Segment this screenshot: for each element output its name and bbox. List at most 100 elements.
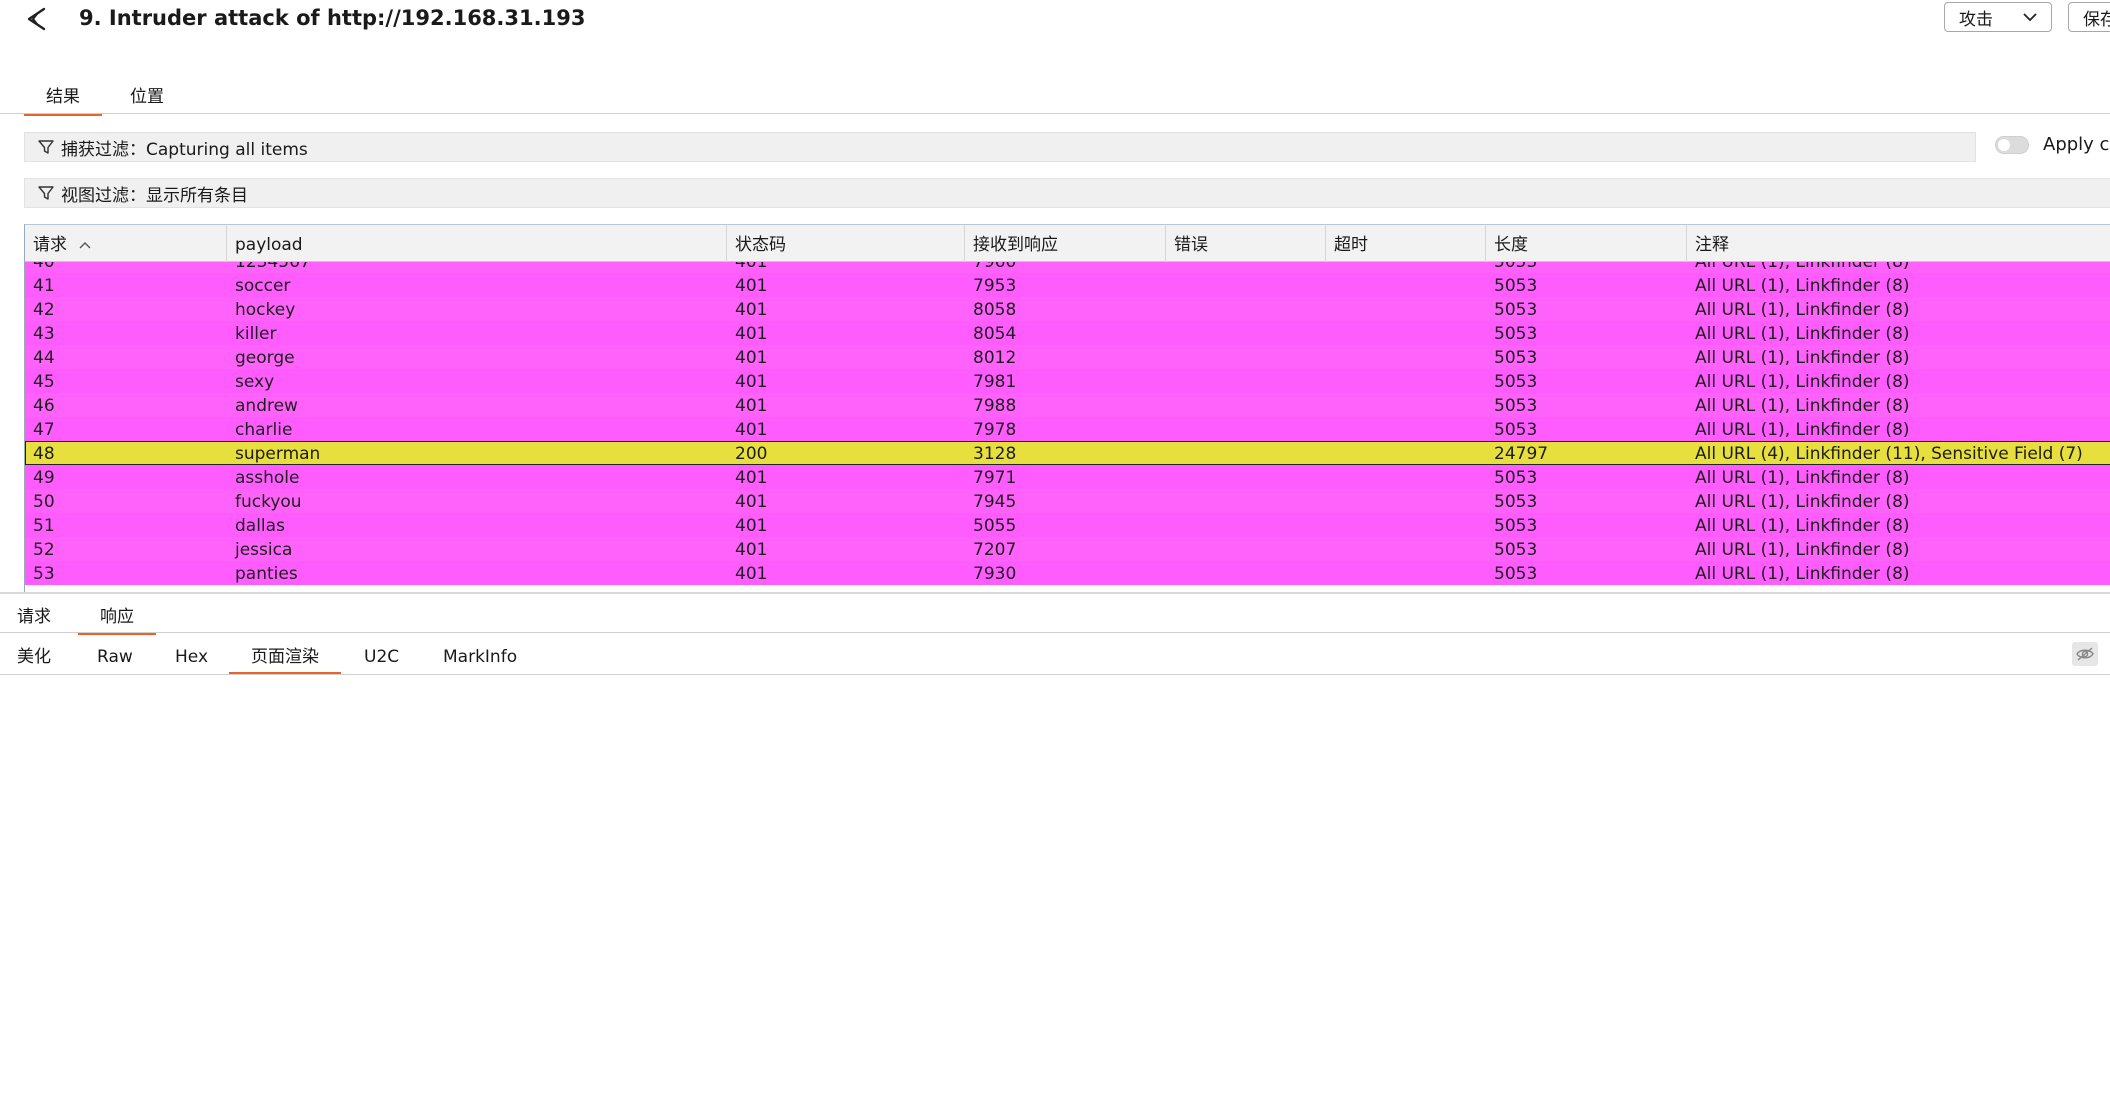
cell-comment: All URL (1), Linkfinder (8) — [1695, 516, 1910, 536]
table-row[interactable]: 46 andrew 401 7988 5053 All URL (1), Linkfind… — [25, 393, 2110, 417]
cell-status: 401 — [735, 324, 768, 344]
tab-positions[interactable]: 位置 — [130, 84, 164, 110]
cell-error — [1166, 262, 1326, 273]
cell-timeout — [1326, 417, 1486, 441]
table-row[interactable]: 40 1234567 401 7960 5053 All URL (1), Linkfin… — [25, 262, 2110, 273]
column-header-label: 长度 — [1494, 235, 1528, 255]
column-header-length[interactable]: 长度 — [1486, 225, 1687, 262]
cell-length: 5053 — [1494, 372, 1538, 392]
view-filter-bar[interactable]: 视图过滤：显示所有条目 — [24, 178, 2110, 208]
cell-timeout — [1326, 489, 1486, 513]
cell-payload: superman — [235, 444, 321, 464]
chevron-down-icon — [2023, 13, 2037, 22]
cell-payload: dallas — [235, 516, 285, 536]
table-row[interactable]: 47 charlie 401 7978 5053 All URL (1), Linkfin… — [25, 417, 2110, 441]
apply-label: Apply ca — [2043, 134, 2110, 155]
cell-request: 52 — [33, 540, 55, 560]
apply-toggle[interactable] — [1995, 136, 2029, 154]
tab-request[interactable]: 请求 — [17, 605, 51, 629]
sort-ascending-icon — [79, 242, 91, 249]
pane-splitter[interactable] — [0, 592, 2110, 594]
table-row[interactable]: 41 soccer 401 7953 5053 All URL (1), Linkfind… — [25, 273, 2110, 297]
cell-response-received: 7207 — [973, 540, 1017, 560]
cell-payload: george — [235, 348, 295, 368]
view-tab-label: U2C — [364, 647, 400, 667]
table-row[interactable]: 48 superman 200 3128 24797 All URL (4), Linkf… — [25, 441, 2110, 465]
cell-status: 401 — [735, 300, 768, 320]
cell-error — [1166, 393, 1326, 417]
results-table: 请求 payload 状态码 接收到响应 错误 超时 长度 注释 40 12345… — [24, 224, 2110, 592]
view-tab-pretty[interactable]: 美化 — [17, 645, 51, 669]
cell-response-received: 3128 — [973, 444, 1017, 464]
table-row[interactable]: 44 george 401 8012 5053 All URL (1), Linkfind… — [25, 345, 2110, 369]
tab-results[interactable]: 结果 — [24, 84, 102, 116]
cell-length: 24797 — [1494, 444, 1549, 464]
table-row[interactable]: 53 panties 401 7930 5053 All URL (1), Linkfin… — [25, 561, 2110, 585]
cell-error — [1166, 561, 1326, 585]
cell-payload: killer — [235, 324, 277, 344]
column-header-label: 错误 — [1174, 235, 1208, 255]
cell-comment: All URL (1), Linkfinder (8) — [1695, 300, 1910, 320]
cell-comment: All URL (1), Linkfinder (8) — [1695, 492, 1910, 512]
cell-comment: All URL (1), Linkfinder (8) — [1695, 276, 1910, 296]
view-tab-divider — [0, 674, 2110, 675]
cell-length: 5053 — [1494, 564, 1538, 584]
table-row[interactable]: 43 killer 401 8054 5053 All URL (1), Linkfind… — [25, 321, 2110, 345]
column-header-status[interactable]: 状态码 — [727, 225, 965, 262]
table-row[interactable]: 51 dallas 401 5055 5053 All URL (1), Linkfind… — [25, 513, 2110, 537]
cell-timeout — [1326, 513, 1486, 537]
cell-timeout — [1326, 345, 1486, 369]
cell-response-received: 7988 — [973, 396, 1017, 416]
tab-response[interactable]: 响应 — [78, 605, 156, 635]
hide-toggle-button[interactable] — [2072, 642, 2098, 666]
capture-filter-text: 捕获过滤：Capturing all items — [61, 139, 308, 160]
column-header-request[interactable]: 请求 — [25, 225, 227, 262]
cell-status: 401 — [735, 396, 768, 416]
cell-comment: All URL (1), Linkfinder (8) — [1695, 372, 1910, 392]
attack-button-label: 攻击 — [1959, 9, 1993, 30]
back-button[interactable] — [20, 2, 54, 36]
column-header-payload[interactable]: payload — [227, 225, 727, 262]
tab-response-label: 响应 — [100, 607, 134, 627]
cell-request: 53 — [33, 564, 55, 584]
column-header-response-received[interactable]: 接收到响应 — [965, 225, 1166, 262]
column-header-error[interactable]: 错误 — [1166, 225, 1326, 262]
table-row[interactable]: 49 asshole 401 7971 5053 All URL (1), Linkfin… — [25, 465, 2110, 489]
table-row[interactable]: 50 fuckyou 401 7945 5053 All URL (1), Linkfin… — [25, 489, 2110, 513]
cell-comment: All URL (1), Linkfinder (8) — [1695, 324, 1910, 344]
cell-length: 5053 — [1494, 276, 1538, 296]
cell-request: 46 — [33, 396, 55, 416]
table-row[interactable]: 52 jessica 401 7207 5053 All URL (1), Linkfin… — [25, 537, 2110, 561]
column-header-comment[interactable]: 注释 — [1687, 225, 2110, 262]
filter-icon — [38, 186, 54, 200]
view-tab-u2c[interactable]: U2C — [364, 645, 399, 669]
cell-timeout — [1326, 393, 1486, 417]
cell-response-received: 7981 — [973, 372, 1017, 392]
view-tab-render[interactable]: 页面渲染 — [229, 645, 341, 675]
cell-length: 5053 — [1494, 396, 1538, 416]
view-tab-markinfo[interactable]: MarkInfo — [443, 645, 517, 669]
cell-error — [1166, 417, 1326, 441]
cell-length: 5053 — [1494, 516, 1538, 536]
view-tab-label: 美化 — [17, 647, 51, 667]
cell-timeout — [1326, 465, 1486, 489]
cell-error — [1166, 273, 1326, 297]
table-row[interactable]: 45 sexy 401 7981 5053 All URL (1), Linkfinder… — [25, 369, 2110, 393]
cell-timeout — [1326, 273, 1486, 297]
cell-status: 401 — [735, 492, 768, 512]
filter-icon — [38, 140, 54, 154]
view-tab-hex[interactable]: Hex — [175, 645, 208, 669]
view-tab-label: Hex — [175, 647, 209, 667]
table-row[interactable]: 42 hockey 401 8058 5053 All URL (1), Linkfind… — [25, 297, 2110, 321]
table-header: 请求 payload 状态码 接收到响应 错误 超时 长度 注释 — [25, 224, 2110, 262]
cell-timeout — [1326, 262, 1486, 273]
capture-filter-bar[interactable]: 捕获过滤：Capturing all items — [24, 132, 1976, 162]
column-header-timeout[interactable]: 超时 — [1326, 225, 1486, 262]
cell-request: 51 — [33, 516, 55, 536]
save-button[interactable]: 保存 — [2068, 2, 2110, 32]
render-view — [0, 676, 2110, 1115]
cell-payload: panties — [235, 564, 298, 584]
view-tab-raw[interactable]: Raw — [97, 645, 133, 669]
cell-payload: hockey — [235, 300, 296, 320]
attack-menu-button[interactable]: 攻击 — [1944, 2, 2052, 32]
